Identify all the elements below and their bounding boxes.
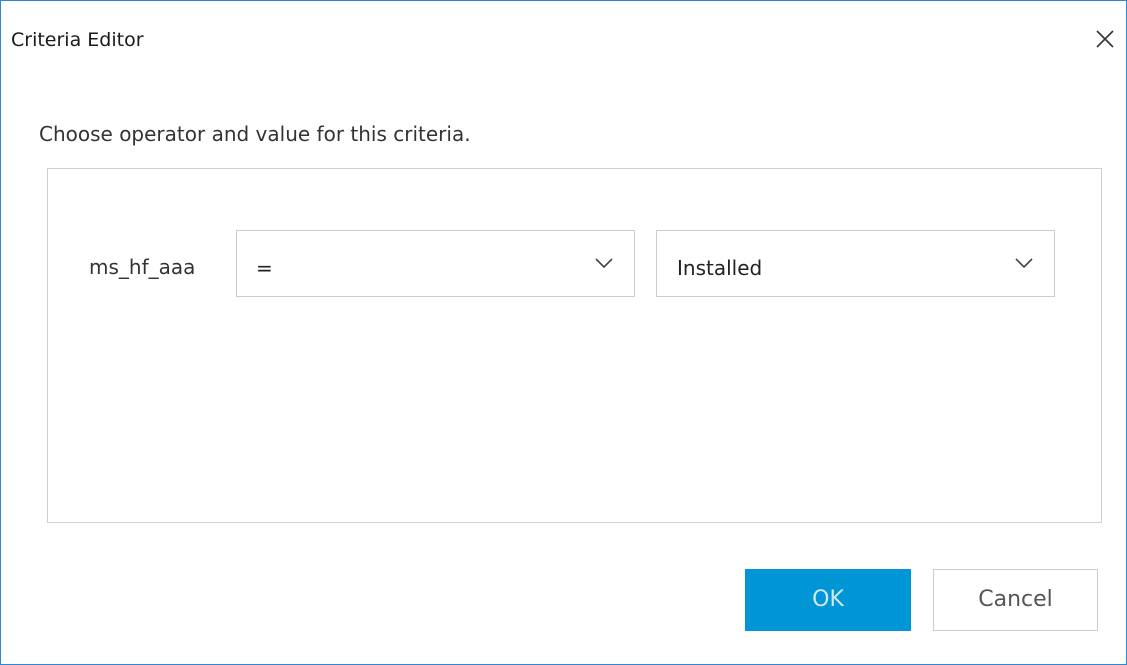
operator-selected-value: = xyxy=(256,256,273,280)
criteria-field-label: ms_hf_aaa xyxy=(89,255,196,279)
operator-dropdown[interactable]: = xyxy=(236,230,635,297)
criteria-editor-dialog: Criteria Editor Choose operator and valu… xyxy=(0,0,1127,665)
close-icon xyxy=(1096,30,1114,48)
instruction-text: Choose operator and value for this crite… xyxy=(39,122,471,146)
ok-button[interactable]: OK xyxy=(745,569,911,631)
criteria-panel xyxy=(47,168,1102,523)
value-dropdown[interactable]: Installed xyxy=(656,230,1055,297)
cancel-button[interactable]: Cancel xyxy=(933,569,1098,631)
dialog-title: Criteria Editor xyxy=(11,29,144,51)
value-selected-value: Installed xyxy=(677,256,763,280)
chevron-down-icon xyxy=(595,258,613,269)
chevron-down-icon xyxy=(1015,258,1033,269)
close-button[interactable] xyxy=(1094,28,1116,50)
